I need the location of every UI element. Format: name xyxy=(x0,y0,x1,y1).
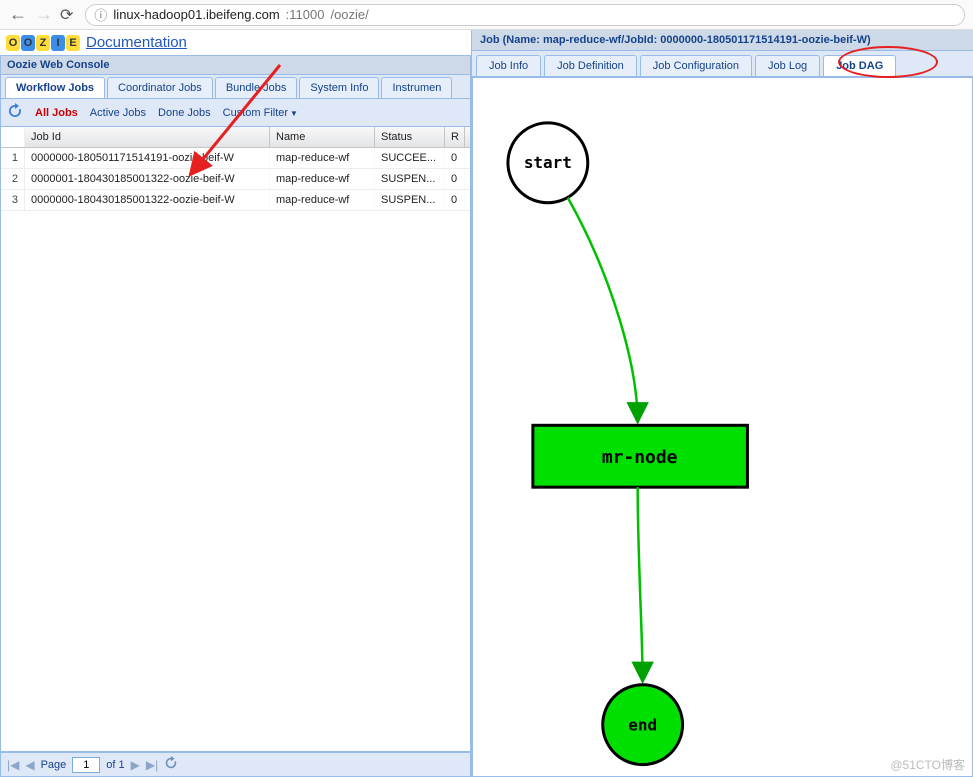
oozie-logo: OOZIE xyxy=(6,35,80,51)
page-last-icon[interactable]: ▶| xyxy=(146,758,158,772)
tab-job-dag[interactable]: Job DAG xyxy=(823,55,896,76)
col-jobid[interactable]: Job Id xyxy=(25,127,270,147)
cell-jobid: 0000001-180430185001322-oozie-beif-W xyxy=(25,169,270,189)
tab-bundle-jobs[interactable]: Bundle Jobs xyxy=(215,77,298,98)
table-row[interactable]: 2 0000001-180430185001322-oozie-beif-W m… xyxy=(1,169,470,190)
tab-coordinator-jobs[interactable]: Coordinator Jobs xyxy=(107,77,213,98)
left-pane: OOZIE Documentation Oozie Web Console Wo… xyxy=(0,30,472,777)
browser-toolbar: ← → ⟳ ⓘ linux-hadoop01.ibeifeng.com :1100… xyxy=(0,0,973,30)
cell-status: SUCCEE... xyxy=(375,148,445,168)
table-row[interactable]: 1 0000000-180501171514191-oozie-beif-W m… xyxy=(1,148,470,169)
dag-svg: start mr-node end xyxy=(473,78,972,777)
url-bar[interactable]: ⓘ linux-hadoop01.ibeifeng.com :11000/oozi… xyxy=(85,4,965,26)
dag-canvas: start mr-node end xyxy=(472,77,973,777)
tab-job-configuration[interactable]: Job Configuration xyxy=(640,55,752,76)
url-host: linux-hadoop01.ibeifeng.com xyxy=(113,7,279,22)
forward-button[interactable]: → xyxy=(34,4,54,25)
page-first-icon[interactable]: |◀ xyxy=(7,758,19,772)
tab-job-log[interactable]: Job Log xyxy=(755,55,820,76)
dag-edge xyxy=(638,487,643,682)
tab-job-info[interactable]: Job Info xyxy=(476,55,541,76)
cell-name: map-reduce-wf xyxy=(270,190,375,210)
dag-mr-label: mr-node xyxy=(602,447,678,468)
row-num: 2 xyxy=(1,169,25,189)
cell-jobid: 0000000-180430185001322-oozie-beif-W xyxy=(25,190,270,210)
col-run[interactable]: R xyxy=(445,127,465,147)
watermark: @51CTO博客 xyxy=(890,756,965,773)
filter-all-jobs[interactable]: All Jobs xyxy=(35,107,78,119)
job-detail-title: Job (Name: map-reduce-wf/JobId: 0000000-… xyxy=(472,30,973,51)
jobs-grid: Job Id Name Status R 1 0000000-180501171… xyxy=(0,127,471,752)
back-button[interactable]: ← xyxy=(8,4,28,25)
col-status[interactable]: Status xyxy=(375,127,445,147)
cell-run: 0 xyxy=(445,190,465,210)
filter-active-jobs[interactable]: Active Jobs xyxy=(90,107,146,119)
cell-name: map-reduce-wf xyxy=(270,148,375,168)
info-icon: ⓘ xyxy=(94,5,107,24)
row-num: 3 xyxy=(1,190,25,210)
dag-end-label: end xyxy=(628,716,657,735)
cell-jobid: 0000000-180501171514191-oozie-beif-W xyxy=(25,148,270,168)
row-num: 1 xyxy=(1,148,25,168)
filter-custom[interactable]: Custom Filter▼ xyxy=(223,107,298,119)
page-input[interactable] xyxy=(72,757,100,773)
filter-done-jobs[interactable]: Done Jobs xyxy=(158,107,211,119)
right-pane: Job (Name: map-reduce-wf/JobId: 0000000-… xyxy=(472,30,973,777)
cell-run: 0 xyxy=(445,169,465,189)
cell-name: map-reduce-wf xyxy=(270,169,375,189)
cell-status: SUSPEN... xyxy=(375,190,445,210)
page-of: of 1 xyxy=(106,759,124,771)
chevron-down-icon: ▼ xyxy=(290,109,298,118)
table-row[interactable]: 3 0000000-180430185001322-oozie-beif-W m… xyxy=(1,190,470,211)
page-prev-icon[interactable]: ◀ xyxy=(25,758,34,772)
grid-header: Job Id Name Status R xyxy=(1,127,470,148)
refresh-icon[interactable] xyxy=(7,103,23,122)
jobs-toolbar: All Jobs Active Jobs Done Jobs Custom Fi… xyxy=(0,99,471,127)
page-next-icon[interactable]: ▶ xyxy=(131,758,140,772)
console-title: Oozie Web Console xyxy=(0,55,471,75)
detail-tab-strip: Job Info Job Definition Job Configuratio… xyxy=(472,51,973,77)
cell-status: SUSPEN... xyxy=(375,169,445,189)
url-port: :11000 xyxy=(286,7,325,22)
tab-system-info[interactable]: System Info xyxy=(299,77,379,98)
page-label: Page xyxy=(41,759,67,771)
reload-button[interactable]: ⟳ xyxy=(60,5,73,25)
oozie-header: OOZIE Documentation xyxy=(0,30,471,55)
url-path: /oozie/ xyxy=(330,7,368,22)
dag-start-label: start xyxy=(524,153,572,172)
main-tab-strip: Workflow Jobs Coordinator Jobs Bundle Jo… xyxy=(0,75,471,99)
tab-workflow-jobs[interactable]: Workflow Jobs xyxy=(5,77,105,98)
documentation-link[interactable]: Documentation xyxy=(86,34,187,51)
cell-run: 0 xyxy=(445,148,465,168)
paging-toolbar: |◀ ◀ Page of 1 ▶ ▶| xyxy=(0,752,471,777)
dag-edge xyxy=(568,198,638,423)
page-refresh-icon[interactable] xyxy=(164,756,178,773)
tab-job-definition[interactable]: Job Definition xyxy=(544,55,637,76)
col-rownum xyxy=(1,127,25,147)
custom-filter-label: Custom Filter xyxy=(223,107,288,119)
tab-instrumentation[interactable]: Instrumen xyxy=(381,77,452,98)
col-name[interactable]: Name xyxy=(270,127,375,147)
